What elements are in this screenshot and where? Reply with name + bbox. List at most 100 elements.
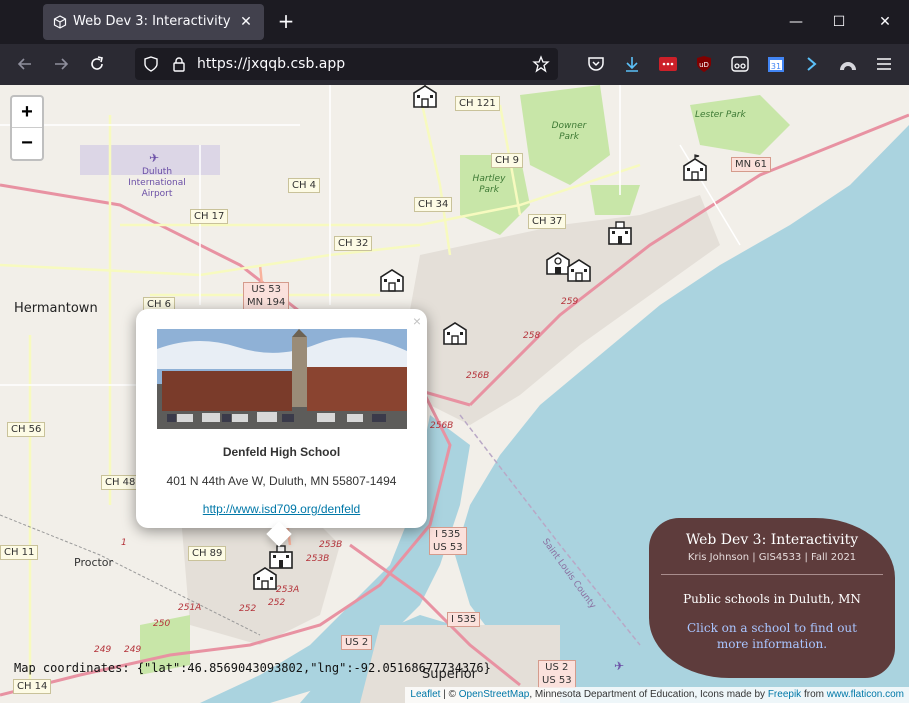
road-shield: MN 61 bbox=[731, 157, 772, 172]
road-shield: CH 14 bbox=[13, 679, 52, 694]
close-tab-icon[interactable]: ✕ bbox=[236, 12, 256, 32]
zoom-out-button[interactable]: − bbox=[12, 128, 42, 159]
info-box: Web Dev 3: Interactivity Kris Johnson | … bbox=[649, 518, 895, 678]
airport-label-line-1: Duluth bbox=[141, 167, 173, 177]
exit-label: 252 bbox=[268, 598, 286, 608]
road-shield-us53: US 53 bbox=[542, 675, 572, 686]
browser-nav-bar: https://jxqqb.csb.app uD 31 bbox=[0, 44, 909, 85]
download-icon[interactable] bbox=[622, 54, 642, 74]
info-instructions: Click on a school to find out more infor… bbox=[687, 621, 857, 651]
road-shield: CH 56 bbox=[7, 422, 46, 437]
lastpass-icon[interactable] bbox=[658, 54, 678, 74]
road-shield: CH 32 bbox=[334, 236, 373, 251]
school-address: 401 N 44th Ave W, Duluth, MN 55807-1494 bbox=[166, 474, 397, 488]
place-label-proctor: Proctor bbox=[74, 556, 114, 569]
road-shield: CH 17 bbox=[190, 209, 229, 224]
exit-label: 252 bbox=[239, 604, 257, 614]
exit-label: 253B bbox=[319, 540, 343, 550]
road-shield: I 535 bbox=[447, 612, 481, 627]
airport-label: Duluth International Airport bbox=[118, 167, 196, 200]
exit-label: 249 bbox=[94, 645, 112, 655]
road-shield: CH 34 bbox=[414, 197, 453, 212]
road-shield-us2: US 2 bbox=[545, 662, 569, 673]
arrow-extension-icon[interactable] bbox=[802, 54, 822, 74]
road-shield-us53-mn194: US 53 MN 194 bbox=[243, 282, 290, 310]
park-label-lester: Lester Park bbox=[695, 110, 746, 120]
school-marker-icon[interactable] bbox=[251, 563, 279, 591]
close-window-icon[interactable]: ✕ bbox=[875, 12, 895, 32]
attribution-text: , Minnesota Department of Education, Ico… bbox=[529, 689, 768, 700]
airport-icon: ✈ bbox=[149, 151, 160, 165]
road-shield: CH 121 bbox=[455, 96, 500, 111]
url-text: https://jxqqb.csb.app bbox=[197, 56, 346, 72]
shield-icon[interactable] bbox=[143, 56, 159, 72]
school-marker-icon[interactable] bbox=[565, 255, 593, 283]
info-title: Web Dev 3: Interactivity bbox=[685, 532, 859, 548]
exit-label: 251A bbox=[178, 603, 202, 613]
exit-label: 256B bbox=[466, 371, 490, 381]
road-shield-us2-us53: US 2 US 53 bbox=[538, 660, 576, 688]
extension-glasses-icon[interactable] bbox=[730, 54, 750, 74]
url-bar[interactable]: https://jxqqb.csb.app bbox=[135, 48, 558, 80]
school-marker-icon[interactable] bbox=[378, 265, 406, 293]
flaticon-link[interactable]: www.flaticon.com bbox=[827, 689, 904, 700]
browser-tab-bar: Web Dev 3: Interactivity ✕ + — ☐ ✕ bbox=[0, 0, 909, 44]
attribution-separator: | © bbox=[440, 689, 459, 700]
menu-icon[interactable] bbox=[874, 54, 894, 74]
pocket-icon[interactable] bbox=[586, 54, 606, 74]
airport-icon-superior: ✈ bbox=[614, 659, 625, 673]
osm-link[interactable]: OpenStreetMap bbox=[459, 689, 530, 700]
zoom-control: + − bbox=[10, 95, 44, 161]
zoom-in-button[interactable]: + bbox=[12, 97, 42, 128]
forward-icon[interactable] bbox=[51, 54, 71, 74]
exit-label: 259 bbox=[561, 297, 579, 307]
attribution-from: from bbox=[801, 689, 827, 700]
exit-label: 256B bbox=[430, 421, 454, 431]
back-icon[interactable] bbox=[15, 54, 35, 74]
popup-close-button[interactable]: × bbox=[413, 313, 421, 329]
exit-label: 258 bbox=[523, 331, 541, 341]
info-divider bbox=[661, 574, 883, 575]
road-shield: CH 4 bbox=[288, 178, 321, 193]
road-shield: CH 89 bbox=[188, 546, 227, 561]
school-marker-icon[interactable] bbox=[441, 318, 469, 346]
tab-title: Web Dev 3: Interactivity bbox=[73, 14, 231, 29]
school-marker-icon[interactable] bbox=[606, 218, 634, 246]
park-label-downer-line-2: Park bbox=[559, 132, 579, 142]
new-tab-icon[interactable]: + bbox=[276, 11, 296, 31]
map[interactable]: + − Hermantown Superior Proctor ✈ Duluth… bbox=[0, 85, 909, 703]
exit-label: 253A bbox=[276, 585, 300, 595]
school-popup: × Denfeld High School 401 N 44th Ave W, … bbox=[136, 309, 427, 547]
airport-label-line-2: International bbox=[128, 178, 186, 188]
svg-text:31: 31 bbox=[771, 62, 781, 71]
place-label-hermantown: Hermantown bbox=[14, 301, 98, 316]
road-shield-mn194: MN 194 bbox=[247, 297, 286, 308]
exit-label: 249 bbox=[124, 645, 142, 655]
road-shield: US 2 bbox=[341, 635, 373, 650]
road-shield: CH 9 bbox=[491, 153, 524, 168]
browser-tab[interactable]: Web Dev 3: Interactivity ✕ bbox=[43, 4, 264, 40]
school-marker-icon[interactable] bbox=[681, 154, 709, 182]
park-label-downer: Downer Park bbox=[544, 121, 594, 143]
bookmark-star-icon[interactable] bbox=[532, 55, 550, 73]
road-shield-us53: US 53 bbox=[433, 542, 463, 553]
map-attribution: Leaflet | © OpenStreetMap, Minnesota Dep… bbox=[405, 687, 909, 703]
school-marker-icon[interactable] bbox=[411, 85, 439, 109]
exit-label: 253B bbox=[306, 554, 330, 564]
school-website-link[interactable]: http://www.isd709.org/denfeld bbox=[136, 502, 427, 516]
airport-label-line-3: Airport bbox=[141, 189, 173, 199]
ublock-icon[interactable]: uD bbox=[694, 54, 714, 74]
freepik-link[interactable]: Freepik bbox=[768, 689, 801, 700]
lock-icon[interactable] bbox=[171, 56, 187, 72]
road-shield-i535-us53: I 535 US 53 bbox=[429, 527, 467, 555]
leaflet-link[interactable]: Leaflet bbox=[410, 689, 440, 700]
road-shield-us53: US 53 bbox=[251, 284, 281, 295]
park-label-hartley: Hartley Park bbox=[464, 174, 514, 196]
svg-text:uD: uD bbox=[699, 61, 709, 69]
account-icon[interactable] bbox=[838, 54, 858, 74]
minimize-icon[interactable]: — bbox=[786, 12, 806, 32]
reload-icon[interactable] bbox=[87, 54, 107, 74]
calendar-icon[interactable]: 31 bbox=[766, 54, 786, 74]
park-label-hartley-line-1: Hartley bbox=[472, 174, 506, 184]
maximize-icon[interactable]: ☐ bbox=[829, 12, 849, 32]
